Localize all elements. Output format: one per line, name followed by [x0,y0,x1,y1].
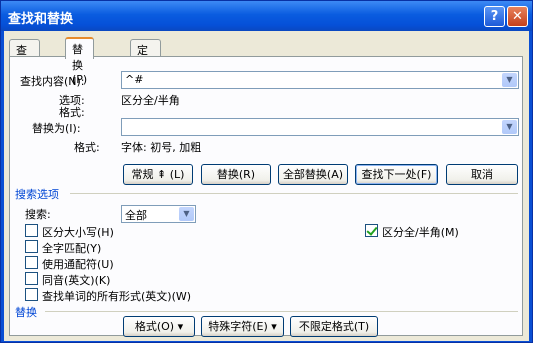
replace-with-label: 替换为(I): [32,122,81,135]
format-menu-button[interactable]: 格式(O) ▾ [123,316,195,337]
wildcards-label[interactable]: 使用通配符(U) [42,256,114,272]
find-what-combobox[interactable]: ^# ▼ [121,71,519,89]
replace-all-button[interactable]: 全部替换(A) [278,164,348,185]
all-word-forms-checkbox[interactable] [25,288,38,301]
tab-find[interactable]: 查找(D) [9,39,41,87]
whole-word-checkbox[interactable] [25,240,38,253]
help-button[interactable]: ? [484,6,505,27]
tab-goto[interactable]: 定位(G) [130,39,162,87]
find-what-value: ^# [125,73,144,86]
group-divider [70,193,518,194]
search-direction-dropdown[interactable]: 全部 ▼ [121,205,196,223]
title-bar[interactable]: 查找和替换 ? ✕ [1,1,532,31]
special-menu-button[interactable]: 特殊字符(E) ▾ [201,316,284,337]
chevron-down-icon[interactable]: ▼ [502,120,517,134]
group-divider [45,311,518,312]
search-direction-value: 全部 [125,209,147,222]
find-options-value: 区分全/半角 [121,94,180,107]
normal-less-button[interactable]: 常规 ⇞ (L) [123,164,193,185]
close-button[interactable]: ✕ [507,6,528,27]
fullwidth-label[interactable]: 区分全/半角(M) [382,224,459,240]
match-case-label[interactable]: 区分大小写(H) [42,224,114,240]
replace-format-label: 格式: [74,141,100,154]
replace-button[interactable]: 替换(R) [201,164,271,185]
all-word-forms-label[interactable]: 查找单词的所有形式(英文)(W) [42,288,191,304]
find-format-label: 格式: [59,106,85,119]
search-options-group-label: 搜索选项 [15,188,59,201]
cancel-button[interactable]: 取消 [446,164,518,185]
wildcards-checkbox[interactable] [25,256,38,269]
chevron-down-icon[interactable]: ▼ [179,207,194,221]
dialog-window: 查找和替换 ? ✕ 查找(D) 替换(P) 定位(G) 查找内容(N): ^# … [0,0,533,343]
replace-with-combobox[interactable]: ▼ [121,118,519,136]
fullwidth-checkbox[interactable] [365,224,378,237]
tab-replace[interactable]: 替换(P) [65,37,95,86]
search-direction-label: 搜索: [25,208,51,221]
dialog-body: 查找(D) 替换(P) 定位(G) 查找内容(N): ^# ▼ 选项: 区分全/… [4,31,529,341]
replace-group-label: 替换 [15,306,37,319]
tab-panel-replace: 查找内容(N): ^# ▼ 选项: 区分全/半角 格式: 替换为(I): ▼ 格… [9,56,523,337]
whole-word-label[interactable]: 全字匹配(Y) [42,240,101,256]
find-next-button[interactable]: 查找下一处(F) [355,164,438,185]
sounds-like-checkbox[interactable] [25,272,38,285]
chevron-down-icon[interactable]: ▼ [502,73,517,87]
no-formatting-button[interactable]: 不限定格式(T) [290,316,378,337]
window-title: 查找和替换 [8,12,74,27]
replace-format-value: 字体: 初号, 加粗 [121,141,202,154]
match-case-checkbox[interactable] [25,224,38,237]
sounds-like-label[interactable]: 同音(英文)(K) [42,272,110,288]
